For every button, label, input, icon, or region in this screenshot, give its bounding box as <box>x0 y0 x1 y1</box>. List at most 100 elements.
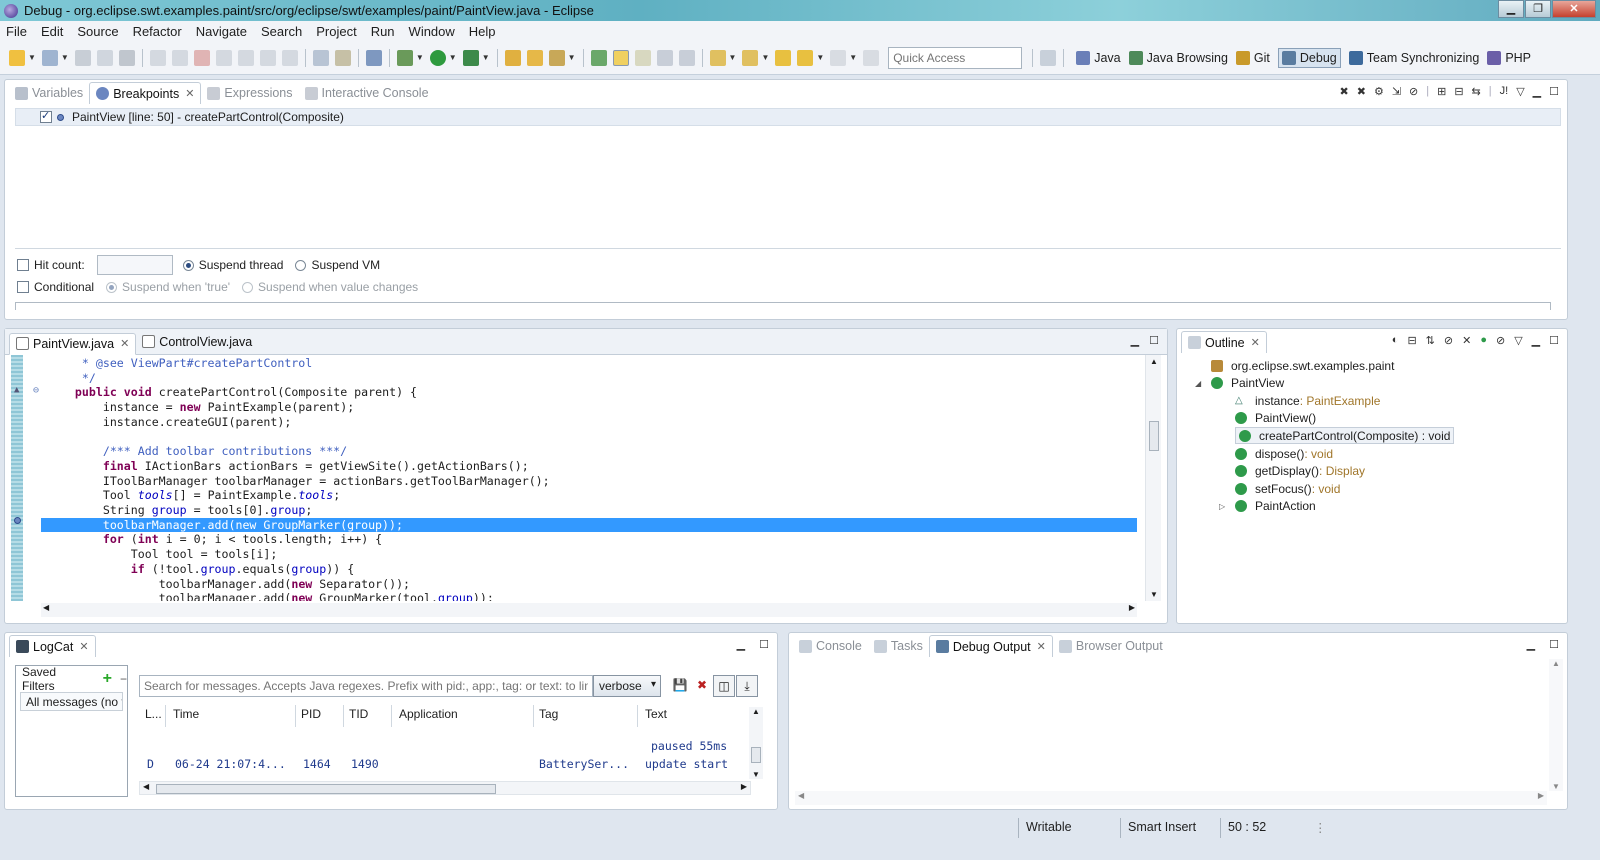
back-icon[interactable] <box>797 49 814 66</box>
toggle-mark-icon[interactable] <box>590 49 607 66</box>
perspective-java-browsing[interactable]: Java Browsing <box>1128 50 1228 65</box>
hit-count-input[interactable] <box>96 255 173 275</box>
skip-all-breakpoints-icon[interactable]: ⊘ <box>1409 85 1418 98</box>
log-level-select[interactable]: verbose <box>593 675 661 697</box>
close-tab-icon[interactable]: ✕ <box>79 640 88 653</box>
logcat-search-input[interactable] <box>139 675 593 697</box>
print-icon[interactable] <box>118 49 135 66</box>
last-edit-icon[interactable] <box>775 49 792 66</box>
menu-window[interactable]: Window <box>409 24 455 39</box>
quick-access-input[interactable] <box>888 46 1023 69</box>
hide-static-icon[interactable]: ⊘ <box>1444 334 1453 347</box>
go-to-file-icon[interactable]: ⇲ <box>1392 85 1401 98</box>
perspective-git[interactable]: Git <box>1235 50 1270 65</box>
breakpoint-row[interactable]: PaintView [line: 50] - createPartControl… <box>15 108 1561 126</box>
condition-editor[interactable] <box>15 302 1551 310</box>
close-tab-icon[interactable]: ✕ <box>1037 640 1046 653</box>
menu-help[interactable]: Help <box>469 24 496 39</box>
code-line[interactable]: IToolBarManager toolbarManager = actionB… <box>47 474 550 489</box>
next-annotation-icon[interactable] <box>709 49 726 66</box>
pen-icon[interactable] <box>634 49 651 66</box>
menu-navigate[interactable]: Navigate <box>196 24 247 39</box>
code-line[interactable]: Tool tool = tools[i]; <box>47 547 278 562</box>
code-line[interactable]: toolbarManager.add(new GroupMarker(tool.… <box>47 591 494 601</box>
step-return-icon[interactable] <box>281 49 298 66</box>
resume-icon[interactable] <box>171 49 188 66</box>
scroll-up-icon[interactable]: ▲ <box>1150 357 1158 366</box>
highlight-icon[interactable] <box>612 49 629 66</box>
remove-all-breakpoints-icon[interactable]: ✖ <box>1357 85 1366 98</box>
skip-all-icon[interactable] <box>365 49 382 66</box>
hit-count-checkbox[interactable] <box>17 259 29 271</box>
link-editor-icon[interactable]: ⊘ <box>1496 334 1505 347</box>
scroll-lock-icon[interactable]: ⤓ <box>736 675 758 697</box>
breakpoint-enabled-checkbox[interactable] <box>40 109 52 123</box>
close-tab-icon[interactable]: ✕ <box>1251 336 1260 349</box>
scroll-thumb[interactable] <box>1149 421 1159 451</box>
perspective-java[interactable]: Java <box>1076 50 1121 65</box>
save-icon[interactable] <box>74 49 91 66</box>
dropdown-arrow-icon[interactable]: ▼ <box>761 53 769 62</box>
collapse-all-icon[interactable]: ⊟ <box>1407 334 1416 347</box>
dropdown-arrow-icon[interactable]: ▼ <box>449 53 457 62</box>
outline-item[interactable]: ◢ PaintView <box>1195 375 1284 392</box>
minimize-view-icon[interactable]: ▁ <box>1533 85 1541 98</box>
dropdown-arrow-icon[interactable]: ▼ <box>416 53 424 62</box>
scroll-left-icon[interactable]: ◀ <box>43 603 49 612</box>
code-line[interactable]: String group = tools[0].group; <box>47 503 312 518</box>
disconnect-icon[interactable] <box>215 49 232 66</box>
menu-project[interactable]: Project <box>316 24 356 39</box>
output-horizontal-scrollbar[interactable]: ◀ ▶ <box>795 791 1547 805</box>
perspective-debug[interactable]: Debug <box>1277 47 1341 68</box>
add-exception-icon[interactable]: J! <box>1500 85 1509 98</box>
dropdown-arrow-icon[interactable]: ▼ <box>849 53 857 62</box>
perspective-php[interactable]: PHP <box>1487 50 1531 65</box>
dropdown-arrow-icon[interactable]: ▼ <box>816 53 824 62</box>
hide-fields-icon[interactable]: ◐ <box>1392 334 1399 347</box>
scroll-right-icon[interactable]: ▶ <box>1129 603 1135 612</box>
code-line[interactable]: public void createPartControl(Composite … <box>47 385 417 400</box>
outline-item[interactable]: org.eclipse.swt.examples.paint <box>1211 357 1394 374</box>
conditional-checkbox[interactable] <box>17 281 29 293</box>
new-icon[interactable] <box>9 49 25 66</box>
editor-vertical-scrollbar[interactable]: ▲ ▼ <box>1145 355 1161 601</box>
tab-variables[interactable]: Variables <box>9 82 89 104</box>
add-filter-icon[interactable]: + <box>103 670 112 688</box>
open-type-icon[interactable] <box>504 49 521 66</box>
dropdown-arrow-icon[interactable]: ▼ <box>61 53 69 62</box>
scroll-left-icon[interactable]: ◀ <box>798 791 804 800</box>
new-project-icon[interactable] <box>41 49 58 66</box>
show-whitespace-icon[interactable] <box>678 49 695 66</box>
fold-toggle-icon[interactable]: ⊖ <box>33 385 39 396</box>
tab-console[interactable]: Console <box>793 635 868 657</box>
dropdown-arrow-icon[interactable]: ▼ <box>28 53 36 62</box>
col-time[interactable]: Time <box>173 707 199 725</box>
scroll-down-icon[interactable]: ▼ <box>752 770 760 779</box>
clear-log-icon[interactable]: ✖ <box>691 675 713 697</box>
suspend-vm-radio[interactable] <box>295 259 307 271</box>
code-editor[interactable]: ▲ ⊖ * @see ViewPart#createPartControl */… <box>11 355 1137 601</box>
run-icon[interactable] <box>429 49 446 66</box>
outline-item[interactable]: getDisplay() : Display <box>1235 463 1365 480</box>
menu-search[interactable]: Search <box>261 24 302 39</box>
code-line[interactable]: final IActionBars actionBars = getViewSi… <box>47 459 529 474</box>
block-selection-icon[interactable] <box>656 49 673 66</box>
minimize-view-icon[interactable]: ▁ <box>737 638 745 651</box>
link-with-debug-icon[interactable]: ⇆ <box>1472 85 1481 98</box>
scroll-thumb[interactable] <box>156 784 496 794</box>
maximize-view-icon[interactable]: ☐ <box>1549 334 1559 347</box>
col-application[interactable]: Application <box>399 707 458 725</box>
close-button[interactable]: ✕ <box>1552 0 1596 18</box>
maximize-view-icon[interactable]: ☐ <box>1549 85 1559 98</box>
remove-filter-icon[interactable]: − <box>120 672 127 686</box>
toggle-column-icon[interactable]: ◫ <box>713 675 735 697</box>
maximize-view-icon[interactable]: ☐ <box>759 638 769 651</box>
view-menu-icon[interactable]: ▽ <box>1516 85 1524 98</box>
tab-expressions[interactable]: Expressions <box>201 82 298 104</box>
pin-icon[interactable] <box>863 49 880 66</box>
tab-breakpoints[interactable]: Breakpoints ✕ <box>89 82 202 104</box>
maximize-view-icon[interactable]: ☐ <box>1549 638 1559 651</box>
code-line[interactable]: Tool tools[] = PaintExample.tools; <box>47 488 340 503</box>
tab-debug-output[interactable]: Debug Output ✕ <box>928 635 1053 657</box>
tab-controlview[interactable]: ControlView.java <box>136 331 258 353</box>
